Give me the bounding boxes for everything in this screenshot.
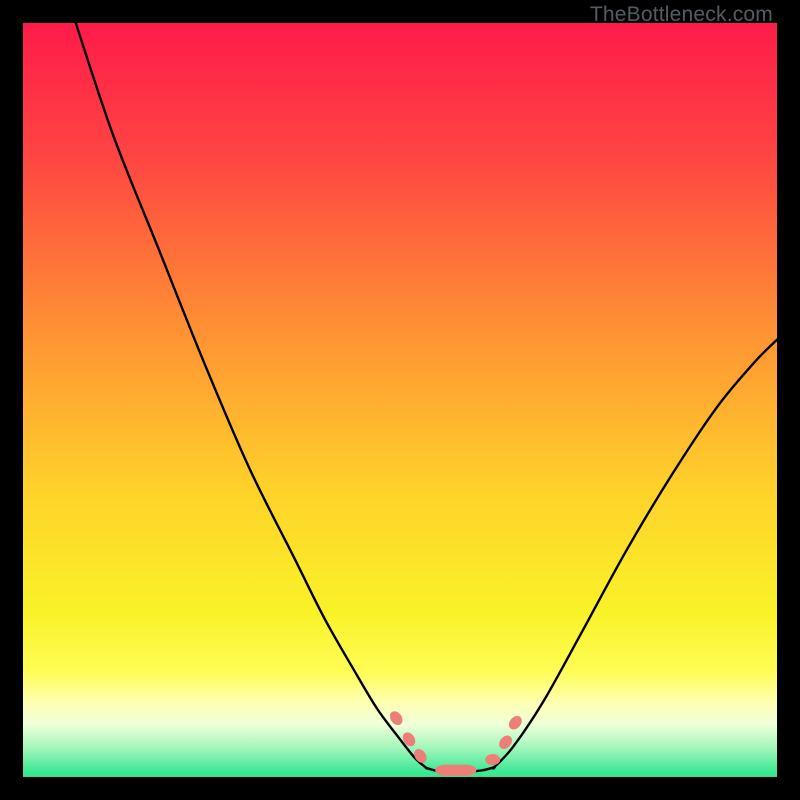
bottleneck-curve [76,23,777,772]
plot-area [23,23,777,777]
chart-svg [23,23,777,777]
marker [400,730,418,749]
marker [506,713,524,732]
outer-frame: TheBottleneck.com [0,0,800,800]
watermark-text: TheBottleneck.com [590,3,773,27]
marker-floor-pill [439,765,472,776]
marker [485,754,500,765]
